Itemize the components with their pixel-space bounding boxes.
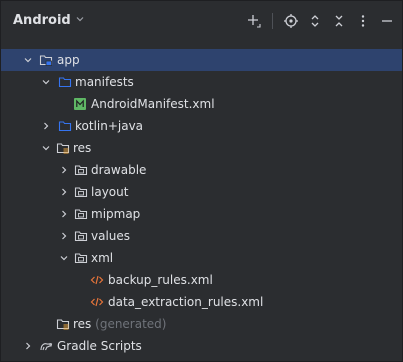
chevron-right-icon[interactable] [58, 186, 70, 198]
tree-item-label: AndroidManifest.xml [91, 97, 215, 111]
project-tool-window: Android app manifests AndroidManifest.xm… [0, 0, 403, 362]
resource-folder-icon [74, 229, 88, 243]
tree-item-data-extraction-rules[interactable]: data_extraction_rules.xml [1, 291, 402, 313]
more-icon[interactable] [352, 10, 374, 32]
resource-folder-icon [74, 163, 88, 177]
chevron-right-icon[interactable] [58, 164, 70, 176]
folder-icon [58, 119, 72, 133]
add-icon[interactable] [243, 10, 265, 32]
expand-collapse-icon[interactable] [304, 10, 326, 32]
chevron-down-icon[interactable] [58, 252, 70, 264]
resource-folder-icon [74, 185, 88, 199]
close-icon[interactable] [328, 10, 350, 32]
project-toolbar: Android [1, 1, 402, 41]
manifest-file-icon [73, 97, 87, 111]
tree-item-label: Gradle Scripts [57, 339, 142, 353]
resource-folder-icon [56, 141, 70, 155]
tree-item-kotlin-java[interactable]: kotlin+java [1, 115, 402, 137]
project-tree: app manifests AndroidManifest.xml kotlin… [1, 49, 402, 357]
tree-item-label: layout [91, 185, 129, 199]
tree-item-app[interactable]: app [1, 49, 402, 71]
toolbar-actions [241, 7, 398, 35]
tree-item-backup-rules[interactable]: backup_rules.xml [1, 269, 402, 291]
tree-item-res-generated[interactable]: res (generated) [1, 313, 402, 335]
chevron-down-icon[interactable] [22, 54, 34, 66]
tree-item-values[interactable]: values [1, 225, 402, 247]
tree-item-res[interactable]: res [1, 137, 402, 159]
tree-item-manifests[interactable]: manifests [1, 71, 402, 93]
chevron-down-icon [75, 13, 85, 28]
chevron-down-icon[interactable] [40, 142, 52, 154]
tree-item-gradle-scripts[interactable]: Gradle Scripts [1, 335, 402, 357]
resource-folder-icon [74, 251, 88, 265]
chevron-right-icon[interactable] [58, 208, 70, 220]
chevron-right-icon[interactable] [58, 230, 70, 242]
tree-item-xml[interactable]: xml [1, 247, 402, 269]
tree-item-label: xml [91, 251, 114, 265]
toolbar-divider [272, 13, 273, 29]
tree-item-drawable[interactable]: drawable [1, 159, 402, 181]
tree-item-layout[interactable]: layout [1, 181, 402, 203]
xml-file-icon [90, 273, 104, 287]
tree-item-label: res [73, 141, 92, 155]
tree-item-label: mipmap [91, 207, 141, 221]
gradle-icon [39, 339, 53, 353]
folder-icon [58, 75, 72, 89]
project-view-selector[interactable]: Android [13, 13, 85, 28]
tree-item-label: kotlin+java [75, 119, 144, 133]
chevron-down-icon[interactable] [40, 76, 52, 88]
tree-item-mipmap[interactable]: mipmap [1, 203, 402, 225]
tree-item-android-manifest[interactable]: AndroidManifest.xml [1, 93, 402, 115]
resource-folder-icon [56, 317, 70, 331]
project-view-label: Android [13, 13, 71, 28]
generated-suffix: (generated) [95, 317, 167, 331]
tree-item-label: values [91, 229, 131, 243]
locate-icon[interactable] [280, 10, 302, 32]
tree-item-label: manifests [75, 75, 134, 89]
minimize-icon[interactable] [376, 10, 398, 32]
tree-item-label: app [57, 53, 80, 67]
tree-item-name: res [73, 317, 92, 331]
tree-item-label: drawable [91, 163, 147, 177]
tree-item-label: res (generated) [73, 317, 166, 331]
chevron-right-icon[interactable] [22, 340, 34, 352]
resource-folder-icon [74, 207, 88, 221]
tree-item-label: backup_rules.xml [108, 273, 213, 287]
chevron-right-icon[interactable] [40, 120, 52, 132]
tree-item-label: data_extraction_rules.xml [108, 295, 264, 309]
module-folder-icon [39, 53, 53, 67]
xml-file-icon [90, 295, 104, 309]
